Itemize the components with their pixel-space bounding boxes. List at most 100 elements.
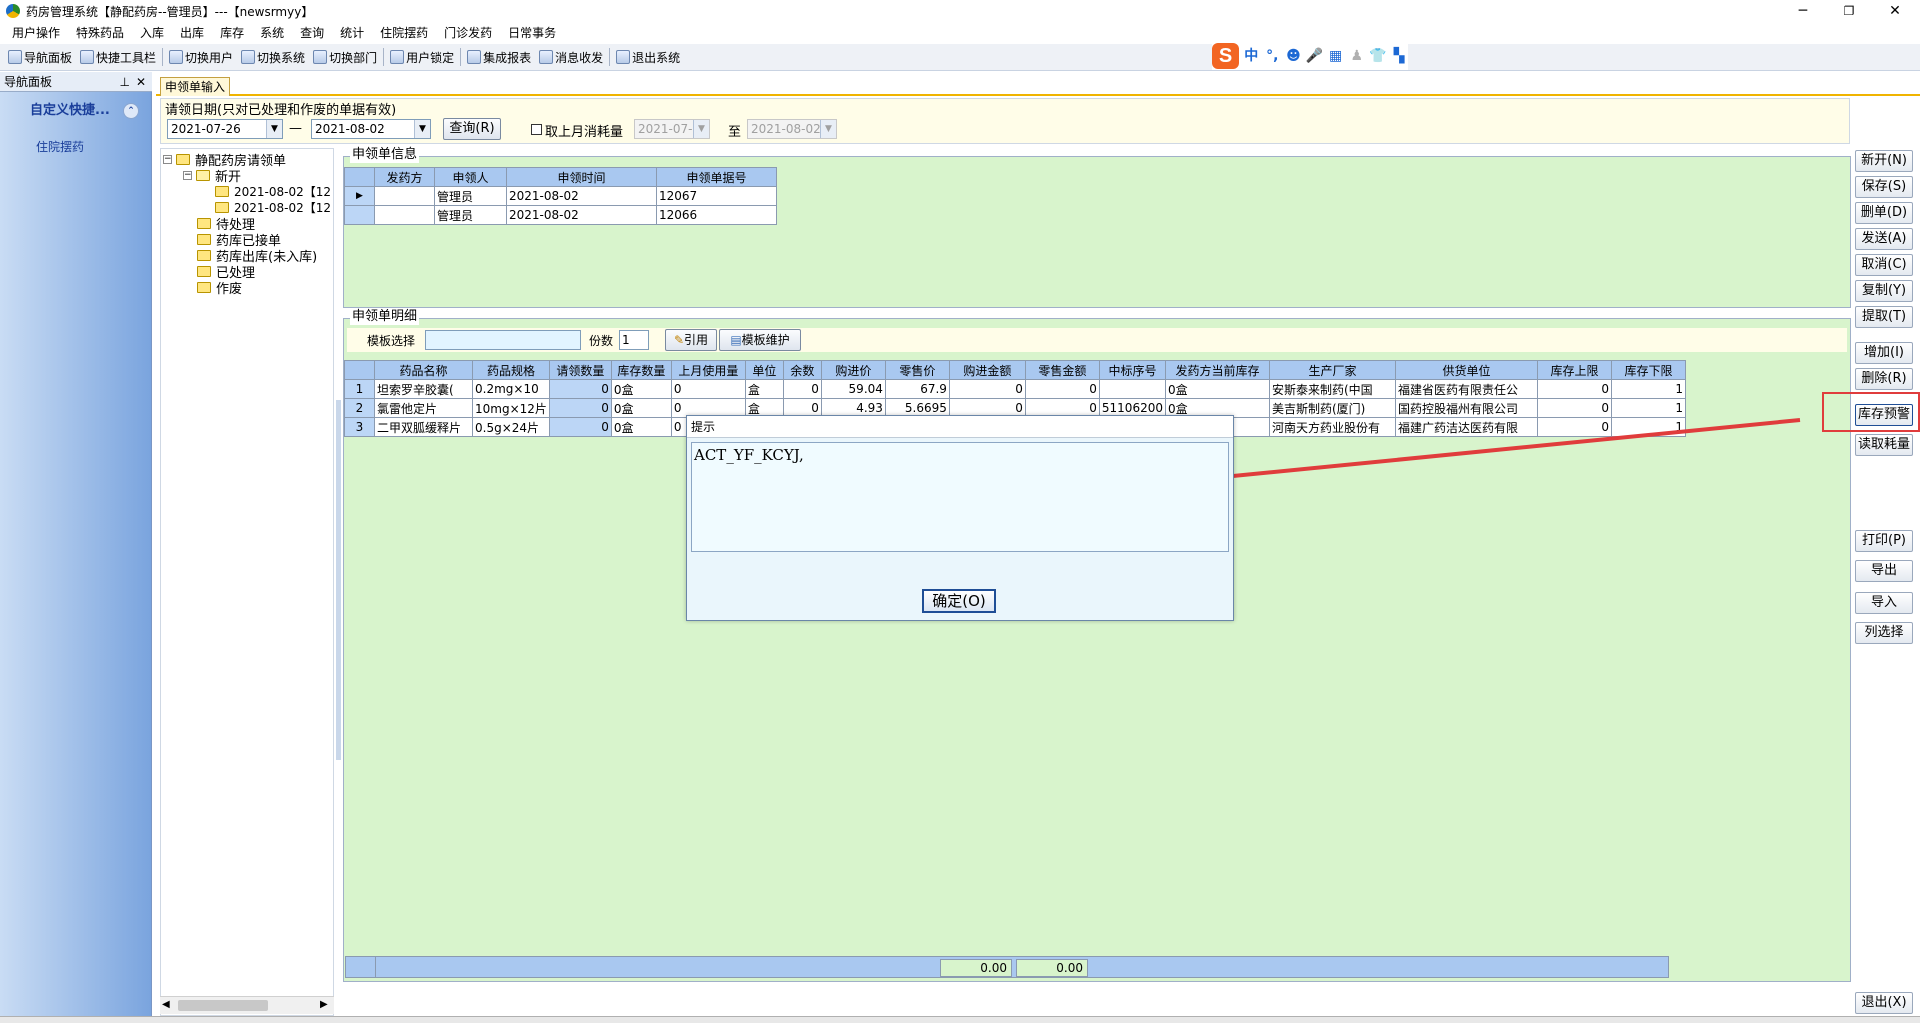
cell-doc-no[interactable]: 12067 <box>656 186 777 206</box>
copies-input[interactable]: 1 <box>619 330 649 350</box>
dialog-ok-button[interactable]: 确定(O) <box>922 589 996 613</box>
dropdown-arrow-icon[interactable]: ▼ <box>414 120 430 138</box>
tree-node-new[interactable]: − 新开 <box>183 167 241 185</box>
menu-stock[interactable]: 库存 <box>212 22 252 44</box>
dropdown-arrow-icon[interactable]: ▼ <box>266 120 282 138</box>
column-select-button[interactable]: 列选择 <box>1855 622 1913 644</box>
cell-request-qty[interactable]: 0 <box>548 379 612 399</box>
col-bid-no[interactable]: 中标序号 <box>1098 360 1166 380</box>
exit-button[interactable]: 退出(X) <box>1855 992 1913 1014</box>
template-maintain-button[interactable]: ▤模板维护 <box>719 329 801 351</box>
menu-query[interactable]: 查询 <box>292 22 332 44</box>
col-drug-spec[interactable]: 药品规格 <box>472 360 550 380</box>
cell-drug-name[interactable]: 氯雷他定片 <box>374 398 473 418</box>
cell-applicant[interactable]: 管理员 <box>434 186 507 206</box>
col-stock-qty[interactable]: 库存数量 <box>610 360 672 380</box>
col-manufacturer[interactable]: 生产厂家 <box>1268 360 1396 380</box>
col-dispenser-stock[interactable]: 发药方当前库存 <box>1164 360 1270 380</box>
menu-daily-affairs[interactable]: 日常事务 <box>500 22 564 44</box>
collapse-icon[interactable]: ⌃ <box>123 103 139 119</box>
last-month-usage-checkbox[interactable] <box>531 124 542 135</box>
splitter-handle[interactable] <box>336 400 341 760</box>
toolbar-report[interactable]: 集成报表 <box>463 46 535 68</box>
table-row[interactable]: 1 坦索罗辛胶囊( 0.2mg×10 0 0盒 0 盒 0 59.04 67.9… <box>344 379 1686 399</box>
nav-item-inpatient-dispense[interactable]: 住院摆药 <box>36 138 84 155</box>
cell-purchase-price[interactable]: 59.04 <box>820 379 886 399</box>
cell-drug-spec[interactable]: 0.5g×24片 <box>472 417 550 437</box>
menu-outpatient-dispense[interactable]: 门诊发药 <box>436 22 500 44</box>
minimize-button[interactable]: ─ <box>1780 0 1826 22</box>
menu-system[interactable]: 系统 <box>252 22 292 44</box>
cell-remainder[interactable]: 0 <box>782 379 822 399</box>
toolbar-messages[interactable]: 消息收发 <box>535 46 607 68</box>
cell-stock-qty[interactable]: 0盒 <box>610 417 672 437</box>
cell-stock-upper[interactable]: 0 <box>1536 379 1612 399</box>
ime-apps-icon[interactable]: ▚ <box>1390 46 1408 66</box>
col-request-qty[interactable]: 请领数量 <box>548 360 612 380</box>
cell-dispenser-stock[interactable]: 0盒 <box>1164 379 1270 399</box>
toolbar-exit[interactable]: 退出系统 <box>612 46 684 68</box>
date-to-picker[interactable]: 2021-08-02 ▼ <box>311 119 431 139</box>
col-dispenser[interactable]: 发药方 <box>374 167 435 187</box>
cell-drug-spec[interactable]: 10mg×12片 <box>472 398 550 418</box>
col-supplier[interactable]: 供货单位 <box>1394 360 1538 380</box>
col-unit[interactable]: 单位 <box>744 360 784 380</box>
ime-mic-icon[interactable]: 🎤 <box>1305 46 1323 66</box>
col-stock-upper[interactable]: 库存上限 <box>1536 360 1612 380</box>
send-button[interactable]: 发送(A) <box>1855 228 1913 250</box>
cell-stock-qty[interactable]: 0盒 <box>610 379 672 399</box>
maximize-button[interactable]: ❐ <box>1826 0 1872 22</box>
delete-row-button[interactable]: 删除(R) <box>1855 368 1913 390</box>
cell-manufacturer[interactable]: 安斯泰来制药(中国 <box>1268 379 1396 399</box>
cell-apply-time[interactable]: 2021-08-02 <box>506 186 657 206</box>
toolbar-switch-dept[interactable]: 切换部门 <box>309 46 381 68</box>
col-applicant[interactable]: 申领人 <box>434 167 507 187</box>
ime-emoji-icon[interactable]: ☻ <box>1284 46 1302 66</box>
save-button[interactable]: 保存(S) <box>1855 176 1913 198</box>
scrollbar-thumb[interactable] <box>178 1000 268 1011</box>
cell-request-qty[interactable]: 0 <box>548 417 612 437</box>
template-select-input[interactable] <box>425 330 581 350</box>
new-button[interactable]: 新开(N) <box>1855 150 1913 172</box>
export-button[interactable]: 导出 <box>1855 560 1913 582</box>
cell-retail-amount[interactable]: 0 <box>1024 379 1100 399</box>
ime-punct-icon[interactable]: °, <box>1263 46 1281 66</box>
col-retail-price[interactable]: 零售价 <box>884 360 950 380</box>
cell-doc-no[interactable]: 12066 <box>656 205 777 225</box>
cancel-button[interactable]: 取消(C) <box>1855 254 1913 276</box>
table-row[interactable]: ▶ 管理员 2021-08-02 12067 <box>344 186 777 206</box>
date-from-picker[interactable]: 2021-07-26 ▼ <box>167 119 283 139</box>
menu-inbound[interactable]: 入库 <box>132 22 172 44</box>
menu-user-ops[interactable]: 用户操作 <box>4 22 68 44</box>
read-usage-button[interactable]: 读取耗量 <box>1855 434 1913 456</box>
menu-outbound[interactable]: 出库 <box>172 22 212 44</box>
menu-inpatient-dispense[interactable]: 住院摆药 <box>372 22 436 44</box>
cell-apply-time[interactable]: 2021-08-02 <box>506 205 657 225</box>
toolbar-user-lock[interactable]: 用户锁定 <box>386 46 458 68</box>
collapse-box-icon[interactable]: − <box>183 170 192 180</box>
table-row[interactable]: 管理员 2021-08-02 12066 <box>344 205 777 225</box>
print-button[interactable]: 打印(P) <box>1855 530 1913 552</box>
menu-special-drugs[interactable]: 特殊药品 <box>68 22 132 44</box>
close-window-button[interactable]: ✕ <box>1872 0 1918 22</box>
tree-leaf-requisition[interactable]: 2021-08-02【12 <box>215 183 331 199</box>
col-remainder[interactable]: 余数 <box>782 360 822 380</box>
tree-horizontal-scrollbar[interactable]: ◀ ▶ <box>160 996 334 1014</box>
query-button[interactable]: 查询(R) <box>443 118 501 140</box>
toolbar-nav-panel[interactable]: 导航面板 <box>4 46 76 68</box>
col-drug-name[interactable]: 药品名称 <box>374 360 473 380</box>
nav-group-custom-shortcuts[interactable]: 自定义快捷... ⌃ <box>8 100 143 122</box>
import-button[interactable]: 导入 <box>1855 592 1913 614</box>
cell-stock-qty[interactable]: 0盒 <box>610 398 672 418</box>
collapse-box-icon[interactable]: − <box>163 154 172 164</box>
cell-applicant[interactable]: 管理员 <box>434 205 507 225</box>
ime-user-icon[interactable]: ♟ <box>1348 46 1366 66</box>
tab-requisition-input[interactable]: 申领单输入 <box>160 77 230 96</box>
scroll-right-icon[interactable]: ▶ <box>320 999 328 1010</box>
cell-supplier[interactable]: 福建省医药有限责任公 <box>1394 379 1538 399</box>
close-icon[interactable]: ✕ <box>136 72 146 92</box>
cell-drug-spec[interactable]: 0.2mg×10 <box>472 379 550 399</box>
col-stock-lower[interactable]: 库存下限 <box>1610 360 1686 380</box>
ime-language-icon[interactable]: 中 <box>1242 46 1260 66</box>
cell-purchase-amount[interactable]: 0 <box>948 379 1026 399</box>
